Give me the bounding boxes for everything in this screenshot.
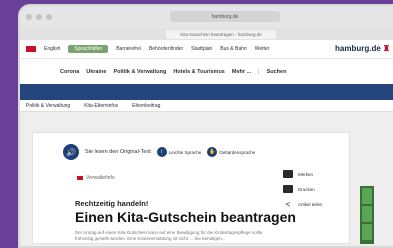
mainnav-mehr[interactable]: Mehr ... <box>232 69 251 75</box>
traffic-light-green[interactable] <box>46 14 52 20</box>
side-tool-3[interactable] <box>362 224 372 240</box>
tab-active[interactable]: Kita-Gutschein beantragen - hamburg.de <box>166 29 276 39</box>
topnav-item-4[interactable]: Wetter <box>255 46 270 52</box>
listen-label: Sie lesen den Original-Text <box>85 149 151 155</box>
lang-link[interactable]: English <box>44 46 60 52</box>
topnav-item-0[interactable]: Barrierefrei <box>116 46 141 52</box>
hamburg-logo[interactable]: hamburg.de ♜ <box>335 44 390 53</box>
bookmark-label: Merken <box>298 171 314 177</box>
browser-toolbar: hamburg.de <box>20 6 393 28</box>
article-tools: Merken Drucken < Artikel teilen <box>283 170 323 209</box>
breadcrumb-item-2[interactable]: Elternbeitrag <box>132 103 160 109</box>
share-icon: < <box>285 199 291 209</box>
mainnav-hotels[interactable]: Hotels & Tourismus <box>173 69 225 75</box>
main-navigation: Corona Ukraine Politik & Verwaltung Hote… <box>20 58 393 84</box>
print-button[interactable]: Drucken <box>283 185 323 193</box>
mainnav-corona[interactable]: Corona <box>60 69 79 75</box>
easy-language-button[interactable]: i Leichte Sprache <box>156 147 202 157</box>
traffic-light-red[interactable] <box>26 14 32 20</box>
easy-language-icon: i <box>156 147 167 157</box>
breadcrumb: Politik & Verwaltung Kita-Elterninfos El… <box>20 100 393 112</box>
speaker-icon[interactable]: 🔊 <box>63 144 79 160</box>
article-kicker: Rechtzeitig handeln! <box>75 199 149 208</box>
tab-active-label: Kita-Gutschein beantragen - hamburg.de <box>180 31 262 37</box>
share-button[interactable]: < Artikel teilen <box>283 199 323 209</box>
easy-language-label: Leichte Sprache <box>168 149 202 155</box>
side-toolbar <box>360 186 374 244</box>
uk-flag-icon <box>26 46 36 52</box>
mainnav-politik[interactable]: Politik & Verwaltung <box>113 69 166 75</box>
breadcrumb-item-0[interactable]: Politik & Verwaltung <box>26 103 70 109</box>
top-navigation: English Sprachhilfen Barrierefrei Behörd… <box>20 40 393 58</box>
article-tag: Verwaltetinfo <box>77 175 115 181</box>
listen-bar: 🔊 Sie lesen den Original-Text i Leichte … <box>63 141 273 163</box>
print-label: Drucken <box>298 186 315 192</box>
hero-banner <box>20 84 393 100</box>
bookmark-button[interactable]: Merken <box>283 170 323 178</box>
tag-icon <box>77 176 83 180</box>
address-bar[interactable]: hamburg.de <box>170 11 280 22</box>
mainnav-suchen[interactable]: Suchen <box>267 69 287 75</box>
tag-label: Verwaltetinfo <box>86 175 115 181</box>
traffic-light-yellow[interactable] <box>36 14 42 20</box>
separator: | <box>258 68 260 75</box>
sign-language-icon: ✋ <box>207 147 218 157</box>
logo-text: hamburg.de <box>335 44 381 53</box>
topnav-item-1[interactable]: Behördenfinder <box>149 46 183 52</box>
topnav-item-2[interactable]: Stadtplan <box>191 46 212 52</box>
article-body: Der Antrag auf einen Kita-Gutschein kann… <box>75 230 263 241</box>
share-label: Artikel teilen <box>298 201 323 207</box>
tab-strip: Kita-Gutschein beantragen - hamburg.de <box>20 28 393 40</box>
side-tool-1[interactable] <box>362 188 372 204</box>
breadcrumb-item-1[interactable]: Kita-Elterninfos <box>84 103 118 109</box>
bookmark-icon <box>283 170 293 178</box>
address-text: hamburg.de <box>211 13 239 20</box>
print-icon <box>283 185 293 193</box>
castle-icon: ♜ <box>382 44 390 53</box>
sign-language-button[interactable]: ✋ Gebärdensprache <box>207 147 255 157</box>
lang-pill[interactable]: Sprachhilfen <box>68 45 109 53</box>
side-tool-2[interactable] <box>362 206 372 222</box>
page-title: Einen Kita-Gutschein beantragen <box>75 209 296 225</box>
topnav-item-3[interactable]: Bus & Bahn <box>220 46 246 52</box>
article-card: 🔊 Sie lesen den Original-Text i Leichte … <box>32 132 350 244</box>
mainnav-ukraine[interactable]: Ukraine <box>86 69 106 75</box>
sign-language-label: Gebärdensprache <box>219 149 256 155</box>
